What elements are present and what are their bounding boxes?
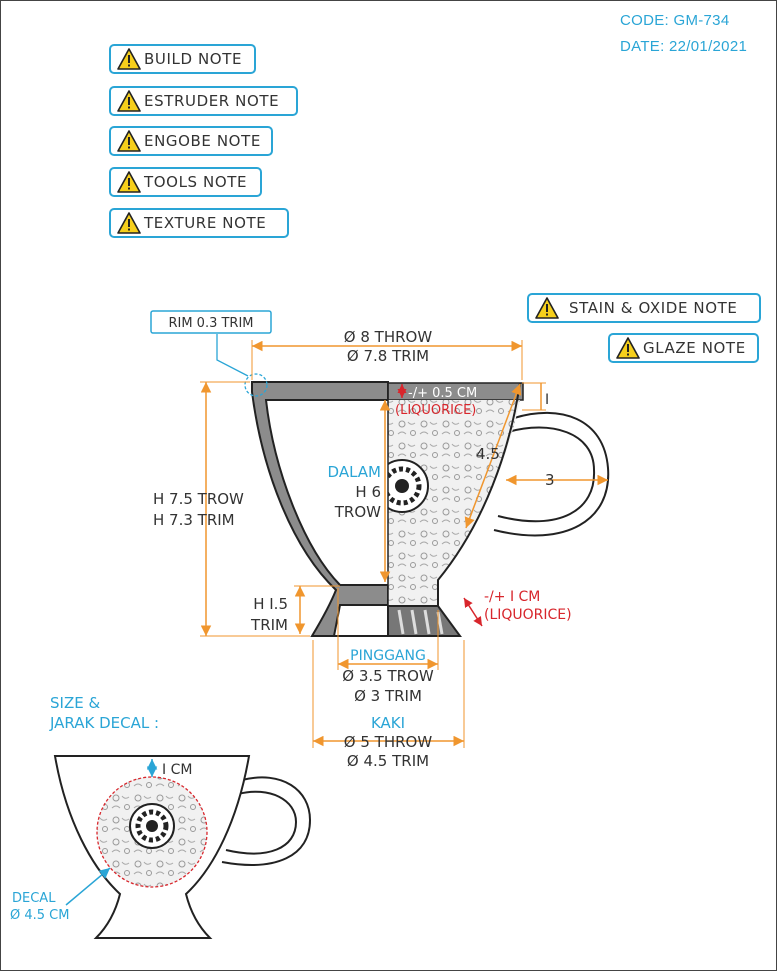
build-note-button[interactable]: BUILD NOTE [109, 44, 256, 74]
stain-oxide-note-button[interactable]: STAIN & OXIDE NOTE [527, 293, 761, 323]
warning-icon [117, 90, 141, 112]
note-label: GLAZE NOTE [643, 339, 746, 357]
note-label: TEXTURE NOTE [144, 214, 267, 232]
warning-icon [535, 297, 559, 319]
estruder-note-button[interactable]: ESTRUDER NOTE [109, 86, 298, 116]
note-label: ESTRUDER NOTE [144, 92, 280, 110]
glaze-note-button[interactable]: GLAZE NOTE [608, 333, 759, 363]
warning-icon [117, 48, 141, 70]
date-label: DATE: 22/01/2021 [620, 38, 748, 55]
code-label: CODE: GM-734 [620, 12, 730, 29]
note-label: BUILD NOTE [144, 50, 243, 68]
tools-note-button[interactable]: TOOLS NOTE [109, 167, 262, 197]
note-label: TOOLS NOTE [144, 173, 248, 191]
warning-icon [616, 337, 640, 359]
engobe-note-button[interactable]: ENGOBE NOTE [109, 126, 273, 156]
warning-icon [117, 130, 141, 152]
texture-note-button[interactable]: TEXTURE NOTE [109, 208, 289, 238]
note-label: STAIN & OXIDE NOTE [569, 299, 738, 317]
warning-icon [117, 212, 141, 234]
note-label: ENGOBE NOTE [144, 132, 261, 150]
warning-icon [117, 171, 141, 193]
